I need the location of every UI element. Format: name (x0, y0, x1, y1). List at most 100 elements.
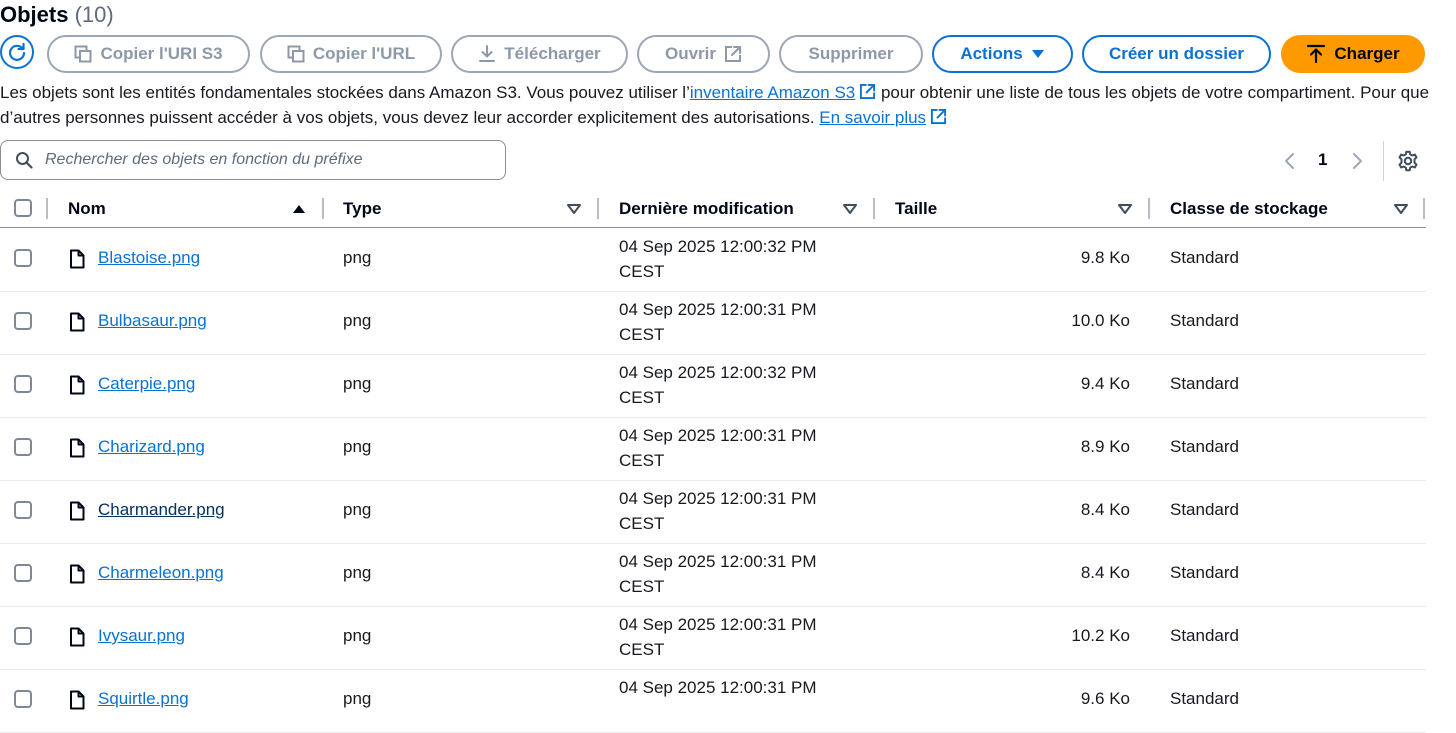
row-checkbox[interactable] (14, 438, 32, 456)
sort-descending-icon[interactable] (843, 203, 857, 215)
open-button[interactable]: Ouvrir (637, 35, 770, 73)
object-modified: 04 Sep 2025 12:00:31 PM CEST (619, 297, 817, 347)
column-divider[interactable] (322, 198, 324, 219)
upload-button[interactable]: Charger (1281, 35, 1425, 73)
object-name-link[interactable]: Bulbasaur.png (98, 311, 207, 331)
table-header: Nom Type Dernière modification Taille Cl… (0, 190, 1426, 228)
learn-more-link[interactable]: En savoir plus (819, 108, 926, 127)
select-all-checkbox[interactable] (14, 199, 32, 217)
object-storage-class: Standard (1170, 689, 1239, 708)
object-type: png (343, 689, 372, 708)
copy-icon (74, 45, 92, 63)
object-size: 10.2 Ko (1071, 626, 1130, 645)
modified-timezone: CEST (619, 451, 665, 470)
file-icon (70, 564, 85, 584)
learn-more-label: En savoir plus (819, 108, 927, 127)
column-header-size[interactable]: Taille (895, 190, 937, 227)
chevron-left-icon[interactable] (1281, 148, 1297, 174)
gear-icon[interactable] (1397, 150, 1419, 172)
search-input[interactable] (43, 150, 487, 170)
row-checkbox[interactable] (14, 312, 32, 330)
object-size: 10.0 Ko (1071, 311, 1130, 330)
object-modified: 04 Sep 2025 12:00:32 PM CEST (619, 234, 817, 284)
object-size: 9.4 Ko (1080, 374, 1130, 393)
description-text-1: Les objets sont les entités fondamentale… (0, 83, 690, 102)
upload-icon (1307, 44, 1326, 64)
column-header-modified[interactable]: Dernière modification (619, 190, 794, 227)
table-row: Bulbasaur.png png 04 Sep 2025 12:00:31 P… (0, 291, 1426, 355)
modified-timezone: CEST (619, 262, 665, 281)
object-size: 8.4 Ko (1080, 500, 1130, 519)
table-row: Charizard.png png 04 Sep 2025 12:00:31 P… (0, 417, 1426, 481)
object-name-link[interactable]: Charizard.png (98, 437, 205, 457)
file-icon (70, 375, 85, 395)
prefix-search-box[interactable] (0, 140, 506, 180)
modified-date: 04 Sep 2025 12:00:31 PM (619, 552, 817, 571)
object-type: png (343, 437, 372, 456)
row-checkbox[interactable] (14, 501, 32, 519)
column-divider[interactable] (1148, 198, 1150, 219)
refresh-button[interactable] (0, 35, 34, 69)
create-folder-button[interactable]: Créer un dossier (1082, 35, 1271, 73)
column-divider[interactable] (873, 198, 875, 219)
create-folder-label: Créer un dossier (1108, 44, 1245, 63)
object-modified: 04 Sep 2025 12:00:31 PM CEST (619, 549, 817, 599)
table-row: Caterpie.png png 04 Sep 2025 12:00:32 PM… (0, 354, 1426, 418)
chevron-right-icon[interactable] (1350, 148, 1366, 174)
column-modified-label: Dernière modification (619, 198, 794, 218)
object-name-link[interactable]: Squirtle.png (98, 689, 189, 709)
object-type: png (343, 626, 372, 645)
object-type: png (343, 374, 372, 393)
object-name-link[interactable]: Charmeleon.png (98, 563, 224, 583)
page-title: Objets (10) (0, 2, 114, 28)
download-button[interactable]: Télécharger (451, 35, 628, 73)
column-header-storage-class[interactable]: Classe de stockage (1170, 190, 1328, 227)
file-icon (70, 249, 85, 269)
row-checkbox[interactable] (14, 627, 32, 645)
object-storage-class: Standard (1170, 311, 1239, 330)
copy-icon (287, 45, 305, 63)
column-divider[interactable] (597, 198, 599, 219)
pagination-divider (1383, 141, 1384, 181)
search-icon (16, 152, 33, 169)
external-link-icon (931, 108, 947, 125)
modified-date: 04 Sep 2025 12:00:31 PM (619, 489, 817, 508)
row-checkbox[interactable] (14, 690, 32, 708)
delete-label: Supprimer (808, 44, 894, 63)
modified-date: 04 Sep 2025 12:00:31 PM (619, 678, 817, 697)
inventory-link[interactable]: inventaire Amazon S3 (690, 83, 855, 102)
column-divider (1423, 198, 1425, 219)
column-header-name[interactable]: Nom (68, 190, 106, 227)
object-name-link[interactable]: Charmander.png (98, 500, 225, 520)
row-checkbox[interactable] (14, 375, 32, 393)
object-modified: 04 Sep 2025 12:00:31 PM (619, 675, 817, 700)
actions-dropdown-button[interactable]: Actions (932, 35, 1073, 73)
sort-ascending-icon[interactable] (292, 203, 306, 215)
modified-date: 04 Sep 2025 12:00:31 PM (619, 615, 817, 634)
object-storage-class: Standard (1170, 374, 1239, 393)
object-name-link[interactable]: Caterpie.png (98, 374, 195, 394)
copy-url-label: Copier l'URL (312, 44, 416, 63)
actions-label: Actions (960, 44, 1023, 63)
modified-timezone: CEST (619, 514, 665, 533)
current-page[interactable]: 1 (1318, 150, 1327, 170)
sort-descending-icon[interactable] (1118, 203, 1132, 215)
object-type: png (343, 311, 372, 330)
copy-s3-uri-button[interactable]: Copier l'URI S3 (47, 35, 250, 73)
page-title-text: Objets (0, 2, 69, 27)
copy-url-button[interactable]: Copier l'URL (260, 35, 442, 73)
row-checkbox[interactable] (14, 249, 32, 267)
table-row: Squirtle.png png 04 Sep 2025 12:00:31 PM… (0, 669, 1426, 733)
object-name-link[interactable]: Blastoise.png (98, 248, 200, 268)
sort-descending-icon[interactable] (1394, 203, 1408, 215)
download-label: Télécharger (504, 44, 601, 63)
object-name-link[interactable]: Ivysaur.png (98, 626, 185, 646)
column-size-label: Taille (895, 198, 938, 218)
row-checkbox[interactable] (14, 564, 32, 582)
object-modified: 04 Sep 2025 12:00:31 PM CEST (619, 423, 817, 473)
object-storage-class: Standard (1170, 248, 1239, 267)
column-divider (46, 198, 48, 219)
sort-descending-icon[interactable] (567, 203, 581, 215)
column-header-type[interactable]: Type (343, 190, 381, 227)
delete-button[interactable]: Supprimer (779, 35, 923, 73)
